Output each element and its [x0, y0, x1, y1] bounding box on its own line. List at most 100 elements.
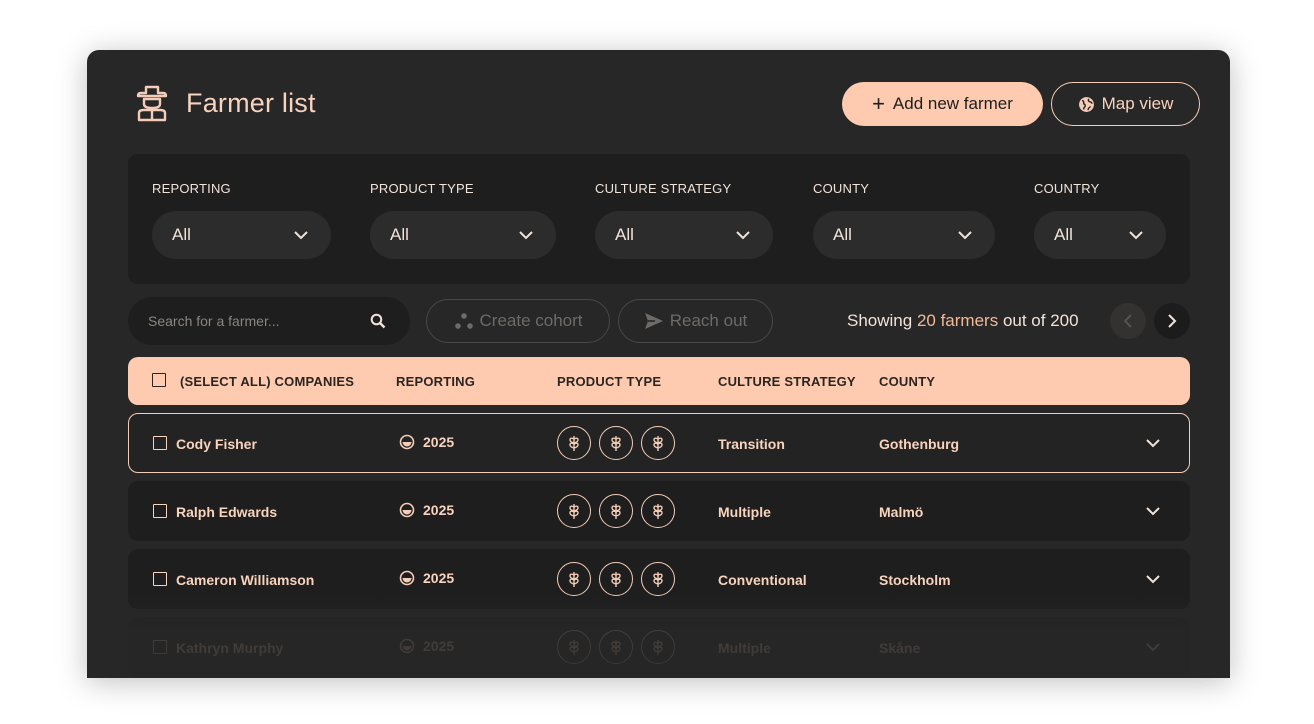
map-view-label: Map view: [1101, 94, 1174, 113]
filter-product-type-label: PRODUCT TYPE: [370, 181, 474, 196]
wheat-icon: [641, 494, 675, 528]
column-header-culture-strategy[interactable]: CULTURE STRATEGY: [718, 374, 856, 389]
farmer-list-panel: Farmer list + Add new farmer Map view RE…: [87, 50, 1230, 678]
reporting-year: 2025: [423, 434, 455, 450]
farmer-name: Cody Fisher: [176, 436, 257, 452]
search-input[interactable]: [148, 313, 348, 329]
select-all-checkbox[interactable]: [152, 373, 166, 387]
header: Farmer list: [135, 84, 316, 122]
add-new-farmer-button[interactable]: + Add new farmer: [842, 82, 1043, 126]
wheat-icon: [557, 426, 591, 460]
culture-strategy: Transition: [718, 436, 785, 452]
next-page-button[interactable]: [1154, 303, 1190, 339]
product-type-cell: [557, 494, 683, 528]
column-header-reporting[interactable]: REPORTING: [396, 374, 475, 389]
page-title: Farmer list: [186, 87, 316, 118]
product-type-cell: [557, 630, 683, 664]
table-row[interactable]: Cody Fisher 2025 Transition Gothenburg: [128, 413, 1190, 473]
cohort-icon: [454, 313, 473, 329]
culture-strategy: Conventional: [718, 572, 807, 588]
chevron-down-icon: [519, 231, 533, 240]
results-count-suffix: out of 200: [1002, 311, 1079, 330]
wheat-icon: [641, 630, 675, 664]
add-new-farmer-label: Add new farmer: [892, 94, 1013, 113]
table-row[interactable]: Cameron Williamson 2025 Conventional Sto…: [128, 549, 1190, 609]
reach-out-button[interactable]: Reach out: [618, 299, 773, 343]
results-count: Showing 20 farmers out of 200: [847, 311, 1079, 331]
send-icon: [644, 313, 663, 329]
reporting-year: 2025: [423, 570, 455, 586]
reporting-cell: 2025: [399, 638, 454, 654]
table-row[interactable]: Kathryn Murphy 2025 Multiple Skåne: [128, 617, 1190, 677]
county: Gothenburg: [879, 436, 960, 452]
reporting-year: 2025: [423, 502, 455, 518]
filter-county-select[interactable]: All: [813, 211, 995, 259]
filter-county-label: COUNTY: [813, 181, 870, 196]
row-checkbox[interactable]: [153, 436, 167, 450]
filter-culture-strategy-select[interactable]: All: [595, 211, 773, 259]
product-type-cell: [557, 426, 683, 460]
filter-country-value: All: [1054, 225, 1073, 244]
row-checkbox[interactable]: [153, 640, 167, 654]
chevron-down-icon[interactable]: [1145, 506, 1161, 516]
filter-product-type-value: All: [390, 225, 409, 244]
county: Stockholm: [879, 572, 951, 588]
column-header-product-type[interactable]: PRODUCT TYPE: [557, 374, 661, 389]
farmer-name: Cameron Williamson: [176, 572, 315, 588]
wheat-icon: [641, 426, 675, 460]
wheat-icon: [599, 562, 633, 596]
wheat-icon: [641, 562, 675, 596]
filter-reporting-select[interactable]: All: [152, 211, 331, 259]
chevron-down-icon[interactable]: [1145, 574, 1161, 584]
previous-page-button[interactable]: [1110, 303, 1146, 339]
results-count-prefix: Showing: [847, 311, 913, 330]
row-checkbox[interactable]: [153, 572, 167, 586]
filter-product-type-select[interactable]: All: [370, 211, 556, 259]
reporting-cell: 2025: [399, 502, 454, 518]
reporting-year: 2025: [423, 638, 455, 654]
chevron-down-icon: [736, 231, 750, 240]
reporting-status-icon: [399, 434, 415, 450]
column-header-companies[interactable]: (SELECT ALL) COMPANIES: [180, 374, 354, 389]
filter-county-value: All: [833, 225, 852, 244]
create-cohort-button[interactable]: Create cohort: [426, 299, 610, 343]
row-checkbox[interactable]: [153, 504, 167, 518]
globe-icon: [1078, 96, 1094, 112]
reporting-status-icon: [399, 638, 415, 654]
farmer-name: Kathryn Murphy: [176, 640, 284, 656]
filter-county: COUNTY All: [813, 181, 995, 259]
farmer-logo-icon: [136, 85, 168, 122]
filter-reporting-value: All: [172, 225, 191, 244]
filter-country-label: COUNTRY: [1034, 181, 1100, 196]
table-row[interactable]: Ralph Edwards 2025 Multiple Malmö: [128, 481, 1190, 541]
culture-strategy: Multiple: [718, 504, 771, 520]
county: Skåne: [879, 640, 921, 656]
search-box: [128, 297, 410, 345]
filter-country: COUNTRY All: [1034, 181, 1166, 259]
reporting-cell: 2025: [399, 434, 454, 450]
filter-culture-strategy-value: All: [615, 225, 634, 244]
reporting-cell: 2025: [399, 570, 454, 586]
reporting-status-icon: [399, 570, 415, 586]
product-type-cell: [557, 562, 683, 596]
map-view-button[interactable]: Map view: [1051, 82, 1200, 126]
column-header-county[interactable]: COUNTY: [879, 374, 935, 389]
farmer-name: Ralph Edwards: [176, 504, 278, 520]
reporting-status-icon: [399, 502, 415, 518]
wheat-icon: [599, 494, 633, 528]
filters-bar: REPORTING All PRODUCT TYPE All CULTURE S…: [128, 154, 1190, 284]
create-cohort-label: Create cohort: [479, 311, 583, 330]
results-count-highlight: 20 farmers: [916, 311, 999, 330]
wheat-icon: [599, 426, 633, 460]
chevron-down-icon[interactable]: [1145, 438, 1161, 448]
chevron-down-icon[interactable]: [1145, 642, 1161, 652]
wheat-icon: [599, 630, 633, 664]
table-header: (SELECT ALL) COMPANIES REPORTING PRODUCT…: [128, 357, 1190, 405]
wheat-icon: [557, 494, 591, 528]
plus-icon: +: [872, 91, 885, 116]
culture-strategy: Multiple: [718, 640, 771, 656]
search-icon[interactable]: [370, 313, 386, 329]
chevron-right-icon: [1168, 314, 1177, 328]
filter-country-select[interactable]: All: [1034, 211, 1166, 259]
wheat-icon: [557, 562, 591, 596]
